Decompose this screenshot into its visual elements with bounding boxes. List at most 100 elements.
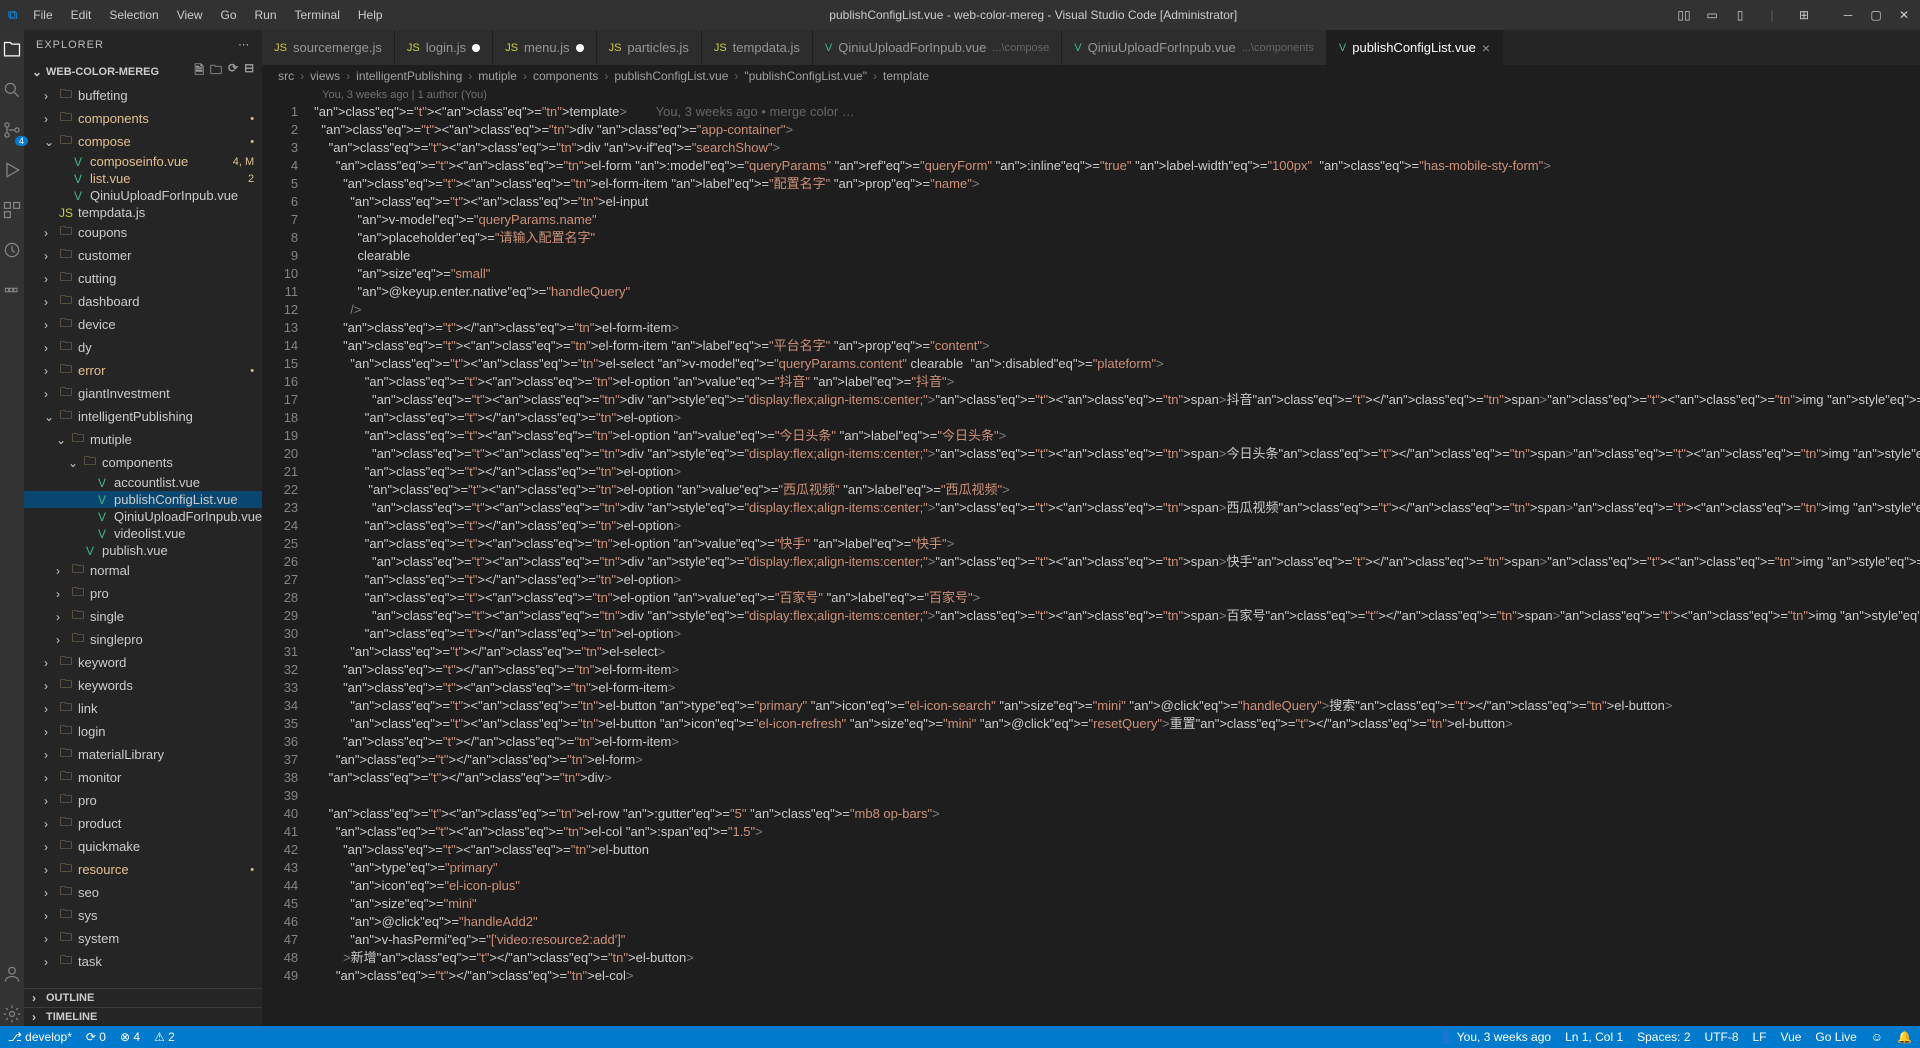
menu-terminal[interactable]: Terminal	[287, 4, 348, 26]
tree-item[interactable]: ›🗀dy	[24, 336, 262, 359]
run-debug-icon[interactable]	[0, 158, 24, 182]
branch-indicator[interactable]: ⎇ develop*	[8, 1030, 72, 1044]
tree-item[interactable]: JStempdata.js	[24, 204, 262, 221]
tree-item[interactable]: ⌄🗀intelligentPublishing	[24, 405, 262, 428]
menu-go[interactable]: Go	[213, 4, 245, 26]
settings-icon[interactable]	[0, 1002, 24, 1026]
tree-item[interactable]: ⌄🗀components	[24, 451, 262, 474]
sync-indicator[interactable]: ⟳ 0	[86, 1030, 106, 1044]
tree-item[interactable]: VQiniuUploadForInpub.vue	[24, 187, 262, 204]
tree-item[interactable]: ›🗀dashboard	[24, 290, 262, 313]
extensions-icon[interactable]	[0, 198, 24, 222]
blame-status[interactable]: 👤 You, 3 weeks ago	[1439, 1030, 1551, 1044]
more-icon[interactable]: ⋯	[238, 38, 250, 51]
tab[interactable]: JSparticles.js	[597, 30, 702, 65]
collapse-icon[interactable]: ⊟	[244, 61, 254, 82]
tree-item[interactable]: Vaccountlist.vue	[24, 474, 262, 491]
menu-view[interactable]: View	[169, 4, 211, 26]
layout-customize-icon[interactable]: ⊞	[1796, 7, 1812, 23]
tree-item[interactable]: ›🗀single	[24, 605, 262, 628]
tab[interactable]: VQiniuUploadForInpub.vue...\components	[1062, 30, 1327, 65]
code-area[interactable]: "an">class"eq">="t"><"an">class"eq">="tn…	[314, 103, 1920, 1026]
project-header[interactable]: ⌄ WEB-COLOR-MEREG 🗎 🗀 ⟳ ⊟	[24, 59, 262, 84]
tree-item[interactable]: VpublishConfigList.vue	[24, 491, 262, 508]
tree-item[interactable]: ›🗀task	[24, 950, 262, 973]
tree-item[interactable]: ›🗀error•	[24, 359, 262, 382]
tree-item[interactable]: ›🗀device	[24, 313, 262, 336]
encoding-status[interactable]: UTF-8	[1705, 1030, 1739, 1044]
tree-item[interactable]: ›🗀system	[24, 927, 262, 950]
tree-item[interactable]: ›🗀resource•	[24, 858, 262, 881]
tree-item[interactable]: ›🗀coupons	[24, 221, 262, 244]
errors-indicator[interactable]: ⊗ 4	[120, 1030, 140, 1044]
breadcrumb-item[interactable]: components	[533, 69, 598, 83]
tree-item[interactable]: ›🗀components•	[24, 107, 262, 130]
cursor-position[interactable]: Ln 1, Col 1	[1565, 1030, 1623, 1044]
menu-file[interactable]: File	[25, 4, 60, 26]
language-status[interactable]: Vue	[1781, 1030, 1802, 1044]
timeline-header[interactable]: ›TIMELINE	[24, 1007, 262, 1026]
new-file-icon[interactable]: 🗎	[194, 61, 204, 82]
tab[interactable]: JStempdata.js	[702, 30, 813, 65]
tree-item[interactable]: ›🗀sys	[24, 904, 262, 927]
breadcrumb-item[interactable]: src	[278, 69, 294, 83]
tree-item[interactable]: ›🗀keywords	[24, 674, 262, 697]
minimize-button[interactable]: ─	[1840, 7, 1856, 23]
tree-item[interactable]: ›🗀link	[24, 697, 262, 720]
tree-item[interactable]: ›🗀buffeting	[24, 84, 262, 107]
menu-edit[interactable]: Edit	[63, 4, 100, 26]
docker-icon[interactable]	[0, 278, 24, 302]
refresh-icon[interactable]: ⟳	[228, 61, 238, 82]
indent-status[interactable]: Spaces: 2	[1637, 1030, 1690, 1044]
tree-item[interactable]: VQiniuUploadForInpub.vue	[24, 508, 262, 525]
tree-item[interactable]: ›🗀materialLibrary	[24, 743, 262, 766]
breadcrumb-item[interactable]: publishConfigList.vue	[614, 69, 728, 83]
tree-item[interactable]: Vlist.vue2	[24, 170, 262, 187]
feedback-icon[interactable]: ☺	[1871, 1030, 1883, 1044]
tree-item[interactable]: Vcomposeinfo.vue4, M	[24, 153, 262, 170]
account-icon[interactable]	[0, 962, 24, 986]
tree-item[interactable]: ›🗀customer	[24, 244, 262, 267]
maximize-button[interactable]: ▢	[1868, 7, 1884, 23]
tree-item[interactable]: ›🗀cutting	[24, 267, 262, 290]
source-control-icon[interactable]: 4	[0, 118, 24, 142]
layout-secondary-icon[interactable]: ▯	[1732, 7, 1748, 23]
breadcrumb-item[interactable]: views	[310, 69, 340, 83]
search-icon[interactable]	[0, 78, 24, 102]
tab[interactable]: JSsourcemerge.js	[262, 30, 395, 65]
tab[interactable]: VQiniuUploadForInpub.vue...\compose	[813, 30, 1062, 65]
tree-item[interactable]: ›🗀pro	[24, 582, 262, 605]
layout-panel-icon[interactable]: ▭	[1704, 7, 1720, 23]
tree-item[interactable]: ›🗀login	[24, 720, 262, 743]
tree-item[interactable]: Vpublish.vue	[24, 542, 262, 559]
golive-button[interactable]: Go Live	[1815, 1030, 1856, 1044]
tree-item[interactable]: ›🗀pro	[24, 789, 262, 812]
editor[interactable]: 1234567891011121314151617181920212223242…	[262, 103, 1920, 1026]
tree-item[interactable]: ›🗀keyword	[24, 651, 262, 674]
menu-help[interactable]: Help	[350, 4, 391, 26]
breadcrumb-item[interactable]: "publishConfigList.vue"	[744, 69, 867, 83]
notifications-icon[interactable]: 🔔	[1897, 1030, 1912, 1044]
breadcrumb-item[interactable]: template	[883, 69, 929, 83]
tree-item[interactable]: ›🗀product	[24, 812, 262, 835]
tree-item[interactable]: ⌄🗀mutiple	[24, 428, 262, 451]
menu-run[interactable]: Run	[247, 4, 285, 26]
warnings-indicator[interactable]: ⚠ 2	[154, 1030, 175, 1044]
outline-header[interactable]: ›OUTLINE	[24, 988, 262, 1007]
tree-item[interactable]: ›🗀seo	[24, 881, 262, 904]
tab[interactable]: JSlogin.js	[395, 30, 493, 65]
tree-item[interactable]: ›🗀normal	[24, 559, 262, 582]
tab[interactable]: VpublishConfigList.vue×	[1327, 30, 1503, 65]
tree-item[interactable]: ›🗀quickmake	[24, 835, 262, 858]
tab[interactable]: JSmenu.js	[493, 30, 596, 65]
breadcrumbs[interactable]: src›views›intelligentPublishing›mutiple›…	[262, 65, 1920, 87]
breadcrumb-item[interactable]: intelligentPublishing	[356, 69, 462, 83]
tree-item[interactable]: ›🗀monitor	[24, 766, 262, 789]
tree-item[interactable]: ⌄🗀compose•	[24, 130, 262, 153]
breadcrumb-item[interactable]: mutiple	[478, 69, 517, 83]
gitlens-icon[interactable]	[0, 238, 24, 262]
new-folder-icon[interactable]: 🗀	[210, 61, 222, 82]
explorer-icon[interactable]	[0, 38, 24, 62]
menu-selection[interactable]: Selection	[101, 4, 166, 26]
layout-primary-icon[interactable]: ▯▯	[1676, 7, 1692, 23]
